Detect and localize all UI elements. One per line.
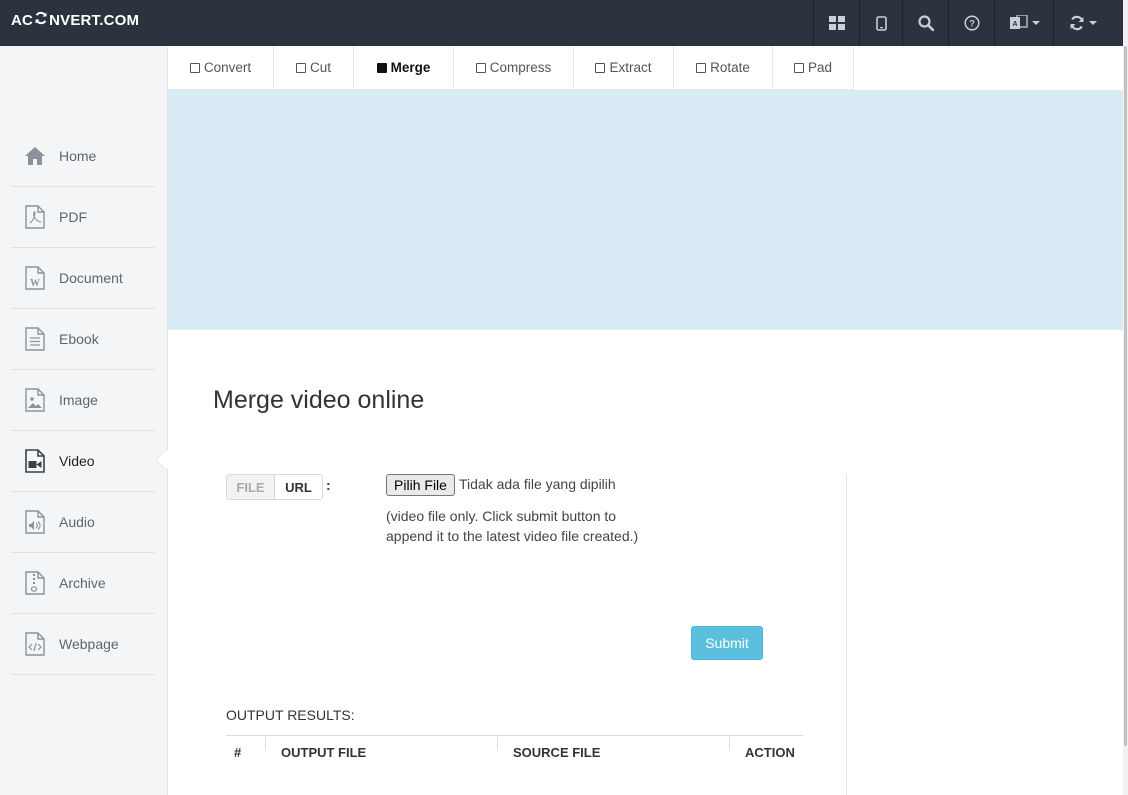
sidebar-item-label: Video: [59, 453, 95, 469]
column-header-action: ACTION: [745, 744, 795, 760]
svg-text:A: A: [1012, 21, 1017, 28]
sidebar-item-label: Archive: [59, 575, 106, 591]
tablet-button[interactable]: [859, 0, 903, 46]
archive-icon: [23, 571, 47, 595]
column-header-source-file: SOURCE FILE: [513, 744, 601, 760]
sidebar-item-archive[interactable]: Archive: [11, 553, 155, 614]
language-icon: A: [1009, 15, 1028, 31]
sidebar-item-label: Audio: [59, 514, 95, 530]
sidebar-item-audio[interactable]: Audio: [11, 492, 155, 553]
checkbox-icon: [189, 62, 200, 73]
sidebar: Home PDF W Document Ebook Image Video Au…: [0, 46, 168, 795]
tab-label: Merge: [390, 60, 431, 75]
help-button[interactable]: ?: [948, 0, 995, 46]
checkbox-icon: [475, 62, 486, 73]
sidebar-item-pdf[interactable]: PDF: [11, 187, 155, 248]
tab-convert[interactable]: Convert: [168, 46, 274, 89]
checkbox-icon: [793, 62, 804, 73]
column-separator: [497, 736, 498, 750]
sidebar-item-label: Document: [59, 270, 123, 286]
audio-icon: [23, 510, 47, 534]
search-icon: [918, 15, 934, 31]
column-header-output-file: OUTPUT FILE: [281, 744, 367, 760]
sidebar-item-label: Image: [59, 392, 98, 408]
help-icon: ?: [964, 15, 980, 31]
checkbox-icon: [696, 62, 707, 73]
logo-text-left: AC: [11, 11, 34, 29]
column-divider: [846, 474, 847, 795]
sync-icon: [1069, 15, 1085, 31]
tab-label: Convert: [203, 60, 252, 75]
logo-text-right: NVERT.COM: [49, 11, 140, 29]
file-status-text: Tidak ada file yang dipilih: [459, 476, 616, 492]
tab-cut[interactable]: Cut: [274, 46, 354, 89]
chevron-down-icon: [1031, 21, 1040, 25]
sidebar-item-home[interactable]: Home: [11, 126, 155, 187]
pdf-icon: [23, 205, 47, 229]
output-results-label: OUTPUT RESULTS:: [226, 707, 355, 723]
search-button[interactable]: [902, 0, 949, 46]
tab-pad[interactable]: Pad: [773, 46, 854, 89]
home-icon: [23, 144, 47, 168]
tab-rotate[interactable]: Rotate: [674, 46, 773, 89]
ad-banner: [168, 90, 1123, 330]
tab-extract[interactable]: Extract: [574, 46, 674, 89]
tab-label: Compress: [489, 60, 552, 75]
column-separator: [729, 736, 730, 750]
output-table-header: # OUTPUT FILE SOURCE FILE ACTION: [226, 735, 803, 768]
page-title: Merge video online: [213, 386, 425, 414]
file-toggle-button[interactable]: FILE: [227, 475, 275, 499]
sync-button[interactable]: [1053, 0, 1112, 46]
sidebar-item-label: Ebook: [59, 331, 99, 347]
choose-file-button[interactable]: Pilih File: [386, 474, 455, 496]
tab-label: Cut: [309, 60, 331, 75]
submit-button[interactable]: Submit: [691, 626, 763, 660]
tab-compress[interactable]: Compress: [454, 46, 574, 89]
video-icon: [23, 449, 47, 473]
tab-merge[interactable]: Merge: [354, 46, 454, 89]
checkbox-icon: [295, 62, 306, 73]
chevron-down-icon: [1089, 21, 1097, 25]
source-toggle: FILE URL: [226, 474, 323, 500]
column-separator: [265, 736, 266, 750]
sidebar-item-label: PDF: [59, 209, 87, 225]
sidebar-item-ebook[interactable]: Ebook: [11, 309, 155, 370]
tool-tabs: Convert Cut Merge Compress Extract Rotat…: [168, 46, 854, 90]
svg-text:?: ?: [969, 19, 975, 30]
top-navbar: AC NVERT.COM ? A: [0, 0, 1123, 46]
upload-hint: (video file only. Click submit button to…: [386, 508, 639, 544]
svg-text:W: W: [30, 278, 40, 289]
tablet-icon: [876, 15, 887, 31]
grid-icon: [829, 16, 845, 30]
language-button[interactable]: A: [994, 0, 1054, 46]
sidebar-item-document[interactable]: W Document: [11, 248, 155, 309]
tab-label: Pad: [807, 60, 833, 75]
url-toggle-button[interactable]: URL: [275, 475, 322, 499]
field-colon: :: [326, 477, 331, 493]
sidebar-item-label: Webpage: [59, 636, 119, 652]
sidebar-item-webpage[interactable]: Webpage: [11, 614, 155, 675]
column-header-number: #: [234, 744, 242, 760]
sidebar-item-video[interactable]: Video: [11, 431, 155, 492]
logo-refresh-icon: [34, 11, 48, 29]
site-logo[interactable]: AC NVERT.COM: [11, 11, 139, 29]
tab-label: Extract: [609, 60, 652, 75]
webpage-icon: [23, 632, 47, 656]
ebook-icon: [23, 327, 47, 351]
sidebar-item-label: Home: [59, 148, 97, 164]
checkbox-icon: [595, 62, 606, 73]
grid-button[interactable]: [813, 0, 860, 46]
tab-label: Rotate: [710, 60, 750, 75]
sidebar-item-image[interactable]: Image: [11, 370, 155, 431]
image-icon: [23, 388, 47, 412]
document-icon: W: [23, 266, 47, 290]
checkbox-icon: [376, 62, 387, 73]
scrollbar-thumb[interactable]: [1124, 46, 1127, 746]
